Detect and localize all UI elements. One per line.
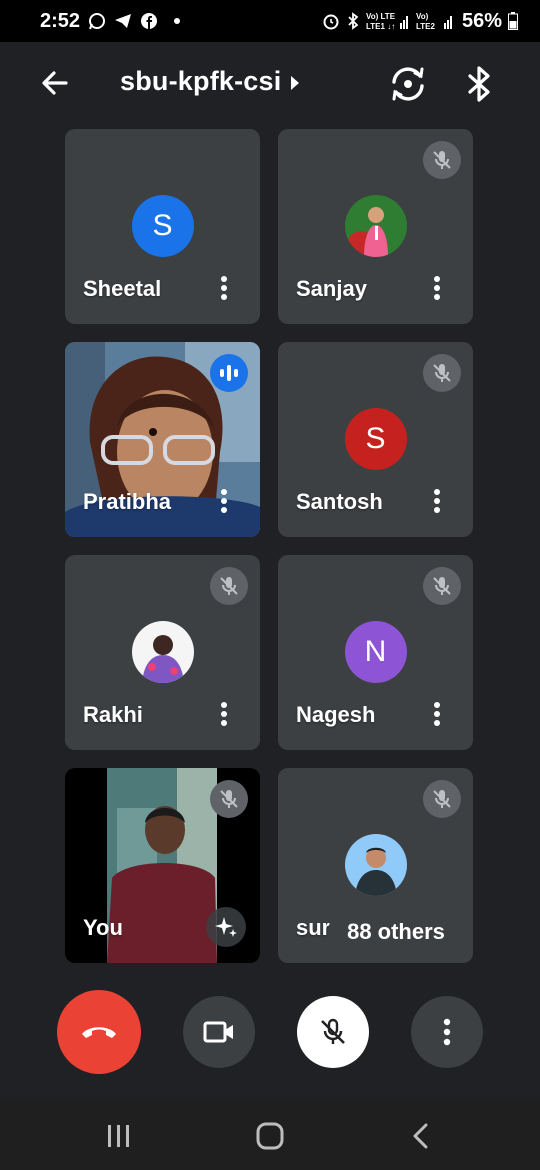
participant-more-button[interactable] bbox=[425, 700, 449, 728]
svg-text:Vo): Vo) bbox=[416, 12, 429, 21]
self-video bbox=[107, 768, 217, 963]
more-options-button[interactable] bbox=[411, 996, 483, 1068]
svg-text:Vo) LTE: Vo) LTE bbox=[366, 12, 396, 21]
participant-tile[interactable]: Pratibha bbox=[65, 342, 260, 537]
signal-sim2-icon: Vo) LTE2 bbox=[416, 11, 456, 31]
status-time: 2:52 bbox=[40, 9, 81, 32]
avatar bbox=[131, 621, 194, 683]
signal-sim1-icon: Vo) LTE LTE1 ↓↑ bbox=[366, 11, 410, 31]
participant-name: You bbox=[83, 915, 123, 940]
chevron-left-icon bbox=[413, 1123, 428, 1149]
meeting-title-button[interactable]: sbu-kpfk-csi bbox=[120, 66, 300, 97]
facebook-icon bbox=[140, 12, 158, 30]
sparkle-icon bbox=[215, 917, 237, 937]
mic-off-icon bbox=[210, 780, 248, 818]
more-vertical-icon bbox=[443, 1018, 451, 1046]
avatar: S bbox=[131, 195, 194, 257]
bluetooth-status-icon bbox=[346, 12, 360, 30]
battery-icon bbox=[508, 12, 518, 30]
svg-text:LTE1 ↓↑: LTE1 ↓↑ bbox=[366, 22, 395, 31]
speaking-indicator-icon bbox=[210, 354, 248, 392]
participant-more-button[interactable] bbox=[212, 487, 236, 515]
participant-tile[interactable]: Sanjay bbox=[278, 129, 473, 324]
hang-up-icon bbox=[82, 1027, 116, 1038]
participant-name: Rakhi bbox=[83, 702, 143, 727]
participant-more-button[interactable] bbox=[425, 274, 449, 302]
participant-tile[interactable]: S Santosh bbox=[278, 342, 473, 537]
avatar bbox=[344, 195, 407, 257]
end-call-button[interactable] bbox=[57, 990, 141, 1074]
mic-off-icon bbox=[423, 567, 461, 605]
mic-off-icon bbox=[210, 567, 248, 605]
recent-apps-icon bbox=[108, 1125, 129, 1147]
participant-more-button[interactable] bbox=[425, 487, 449, 515]
nav-back-button[interactable] bbox=[406, 1122, 436, 1150]
participant-tile[interactable]: N Nagesh bbox=[278, 555, 473, 750]
participant-tile[interactable]: Rakhi bbox=[65, 555, 260, 750]
whatsapp-icon bbox=[88, 12, 106, 30]
participant-name: Santosh bbox=[296, 489, 383, 514]
participant-name: Pratibha bbox=[83, 489, 172, 514]
video-camera-icon bbox=[203, 1021, 233, 1043]
meeting-app-bar: sbu-kpfk-csi bbox=[0, 42, 540, 126]
recent-apps-button[interactable] bbox=[104, 1122, 134, 1150]
home-button[interactable] bbox=[254, 1122, 286, 1150]
switch-camera-button[interactable] bbox=[388, 64, 428, 104]
system-navigation-bar bbox=[0, 1100, 540, 1170]
participant-tile[interactable]: S Sheetal bbox=[65, 129, 260, 324]
avatar bbox=[344, 834, 407, 896]
back-button[interactable] bbox=[38, 66, 72, 100]
microphone-toggle-button[interactable] bbox=[297, 996, 369, 1068]
self-video-tile[interactable]: You bbox=[65, 768, 260, 963]
participant-name: Sanjay bbox=[296, 276, 367, 301]
participant-more-button[interactable] bbox=[212, 700, 236, 728]
caret-right-icon bbox=[291, 75, 300, 90]
mic-off-icon bbox=[321, 1018, 345, 1044]
others-count-pill[interactable]: 88 others bbox=[328, 908, 464, 956]
participant-name: Nagesh bbox=[296, 702, 376, 727]
home-icon bbox=[256, 1122, 284, 1150]
avatar: N bbox=[344, 621, 407, 683]
alarm-icon bbox=[322, 12, 340, 30]
mic-off-icon bbox=[423, 141, 461, 179]
avatar: S bbox=[344, 408, 407, 470]
battery-percent: 56% bbox=[461, 9, 502, 32]
notification-dot-icon bbox=[174, 18, 181, 24]
participant-name: Sheetal bbox=[83, 276, 162, 301]
mic-off-icon bbox=[423, 780, 461, 818]
meeting-title: sbu-kpfk-csi bbox=[120, 66, 282, 96]
audio-output-button[interactable] bbox=[464, 64, 496, 104]
status-bar: 2:52 Vo) LTE LTE1 ↓↑ Vo) LTE2 56% bbox=[0, 0, 540, 42]
camera-switch-icon bbox=[392, 67, 424, 101]
back-arrow-icon bbox=[42, 71, 68, 95]
telegram-icon bbox=[114, 12, 132, 30]
bluetooth-icon bbox=[468, 66, 490, 102]
svg-text:LTE2: LTE2 bbox=[416, 22, 436, 31]
mic-off-icon bbox=[423, 354, 461, 392]
participant-more-button[interactable] bbox=[212, 274, 236, 302]
camera-toggle-button[interactable] bbox=[183, 996, 255, 1068]
effects-button[interactable] bbox=[206, 907, 246, 947]
